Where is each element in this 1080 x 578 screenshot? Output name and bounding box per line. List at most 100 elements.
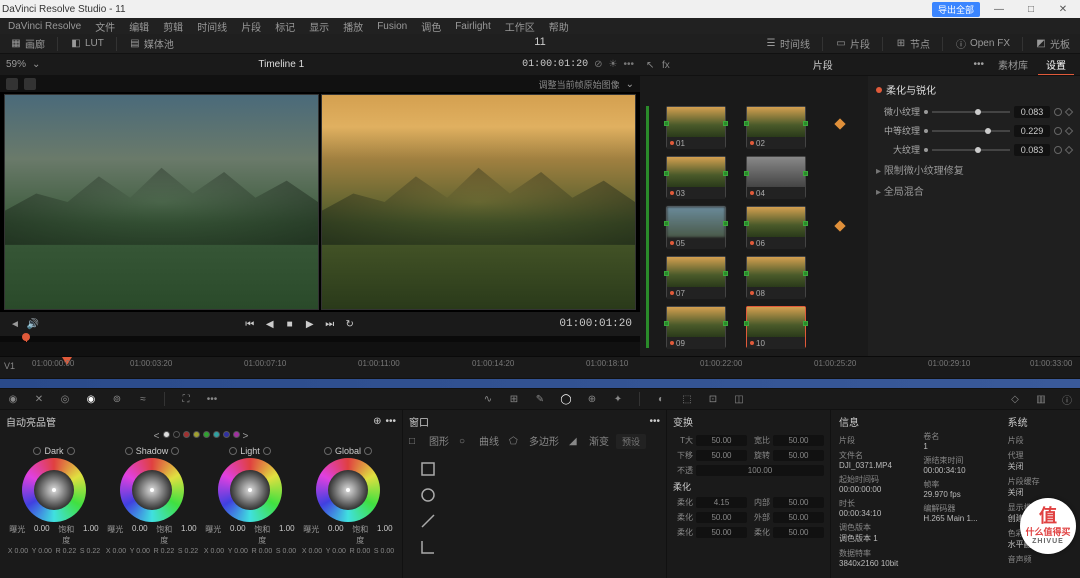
reset-icon[interactable] [1054,108,1062,116]
shuttle-icon[interactable]: ◄ [8,317,22,331]
node-09[interactable]: 09 [666,306,726,348]
openfx-button[interactable]: ⓘOpen FX [951,37,1014,51]
viewer-mode-chevron-icon[interactable]: ⌄ [626,79,634,90]
compound-output-icon[interactable] [834,220,845,231]
node-04[interactable]: 04 [746,156,806,198]
menu-fairlight[interactable]: Fairlight [451,21,495,32]
scrub-bar[interactable] [0,336,640,342]
viewer-mode-dropdown[interactable]: 调整当前帧原始图像 [539,78,620,91]
motion-effects-icon[interactable]: ≈ [136,392,150,406]
node-07[interactable]: 07 [666,256,726,298]
stop-button[interactable]: ■ [283,317,297,331]
playhead-icon[interactable] [22,333,30,341]
keyframe-icon[interactable] [1065,107,1073,115]
lut-button[interactable]: ◧LUT [66,37,108,51]
node-10[interactable]: 10 [746,306,806,348]
camera-raw-icon[interactable]: ◉ [6,392,20,406]
viewer-timecode[interactable]: 01:00:01:20 [522,59,588,70]
node-05[interactable]: 05 [666,206,726,248]
menu-color[interactable]: 调色 [417,19,445,34]
section-global-blend[interactable]: 全局混合 [876,183,1072,198]
menu-help[interactable]: 帮助 [545,19,573,34]
prop-small-texture[interactable]: 微小纹理 0.083 [876,105,1072,118]
first-frame-button[interactable]: ⏮ [243,317,257,331]
prop-large-texture[interactable]: 大纹理 0.083 [876,143,1072,156]
blur-icon[interactable]: ◐ [654,392,668,406]
menu-workspace[interactable]: 工作区 [501,19,539,34]
menu-trim[interactable]: 剪辑 [159,19,187,34]
reset-icon[interactable] [1054,127,1062,135]
circle-shape-icon[interactable]: ○ [459,436,469,446]
slider-small-texture[interactable] [932,111,1010,113]
node-options-icon[interactable]: ••• [973,59,984,70]
node-01[interactable]: 01 [666,106,726,148]
timeline-track[interactable] [0,378,1080,388]
bypass-icon[interactable]: ⊘ [594,59,602,70]
section-limit[interactable]: 限制微小纹理修复 [876,162,1072,177]
lightbox-button[interactable]: ◩光板 [1031,35,1074,52]
clips-button[interactable]: ▭片段 [831,35,874,52]
window-icon[interactable]: ◯ [559,392,573,406]
slider-large-texture[interactable] [932,149,1010,151]
zone-selector[interactable]: < > [6,431,396,442]
gradient-shape-icon[interactable]: ◢ [569,436,579,446]
rgb-mixer-icon[interactable]: ⊚ [110,392,124,406]
3d-icon[interactable]: ◫ [732,392,746,406]
menu-edit[interactable]: 编辑 [125,19,153,34]
transport-timecode[interactable]: 01:00:01:20 [559,318,632,330]
minimize-button[interactable]: — [984,1,1014,17]
palette-options-icon[interactable]: ••• [205,392,219,406]
timeline-ruler[interactable]: V1 01:00:00:00 01:00:03:20 01:00:07:10 0… [0,356,1080,378]
split-icon[interactable] [24,78,36,90]
parallel-mixer-icon[interactable] [834,118,845,129]
wheels-plus-icon[interactable]: ⊕ [373,416,381,427]
info-icon[interactable]: ⓘ [1060,392,1074,406]
wheel-light[interactable]: Light 曝光0.00饱和度1.00 X 0.00Y 0.00R 0.00S … [202,446,298,555]
curves-icon[interactable]: ∿ [481,392,495,406]
shape-gradient-button[interactable] [419,538,437,556]
node-03[interactable]: 03 [666,156,726,198]
magic-mask-icon[interactable]: ✦ [611,392,625,406]
wheel-shadow[interactable]: Shadow 曝光0.00饱和度1.00 X 0.00Y 0.00R 0.22S… [104,446,200,555]
color-match-icon[interactable]: ✕ [32,392,46,406]
image-wipe-icon[interactable] [6,78,18,90]
menu-playback[interactable]: 播放 [339,19,367,34]
node-02[interactable]: 02 [746,106,806,148]
menu-timeline[interactable]: 时间线 [193,19,231,34]
menu-file[interactable]: 文件 [91,19,119,34]
menu-clip[interactable]: 片段 [237,19,265,34]
keyframes-icon[interactable]: ◇ [1008,392,1022,406]
timeline-name[interactable]: Timeline 1 [46,59,516,70]
tracker-icon[interactable]: ⊕ [585,392,599,406]
highlight-icon[interactable]: ☀ [609,59,618,70]
mediapool-button[interactable]: ▤媒体池 [125,35,178,52]
tab-library[interactable]: 素材库 [990,55,1036,75]
shape-curve-button[interactable] [419,512,437,530]
node-panel-title[interactable]: 片段 [678,57,967,72]
nodes-button[interactable]: ⊞节点 [891,35,934,52]
linear-shape-icon[interactable]: □ [409,436,419,446]
qualifier-icon[interactable]: ✎ [533,392,547,406]
expand-icon[interactable]: ⛶ [179,392,193,406]
color-wheels-icon[interactable]: ◎ [58,392,72,406]
sizing-icon[interactable]: ⊡ [706,392,720,406]
keyframe-icon[interactable] [1065,126,1073,134]
fx-node-icon[interactable]: fx [662,60,672,70]
preset-button[interactable]: 预设 [616,434,646,449]
viewer-area[interactable] [0,92,640,312]
scopes-icon[interactable]: ▥ [1034,392,1048,406]
window-options-icon[interactable]: ••• [649,416,660,427]
gallery-button[interactable]: ▦画廊 [6,35,49,52]
close-button[interactable]: ✕ [1048,1,1078,17]
reset-icon[interactable] [1054,146,1062,154]
node-graph-panel[interactable]: 01 02 03 04 05 06 07 08 09 10 [640,76,868,356]
color-warper-icon[interactable]: ⊞ [507,392,521,406]
export-badge[interactable]: 导出全部 [932,2,980,17]
key-icon[interactable]: ⬚ [680,392,694,406]
polygon-shape-icon[interactable]: ⬠ [509,436,519,446]
wheel-dark[interactable]: Dark 曝光0.00饱和度1.00 X 0.00Y 0.00R 0.22S 0… [6,446,102,555]
next-frame-button[interactable]: ⏭ [323,317,337,331]
speaker-icon[interactable]: 🔊 [26,317,40,331]
prev-frame-button[interactable]: ◀ [263,317,277,331]
zoom-dropdown[interactable]: 59% [6,59,26,70]
